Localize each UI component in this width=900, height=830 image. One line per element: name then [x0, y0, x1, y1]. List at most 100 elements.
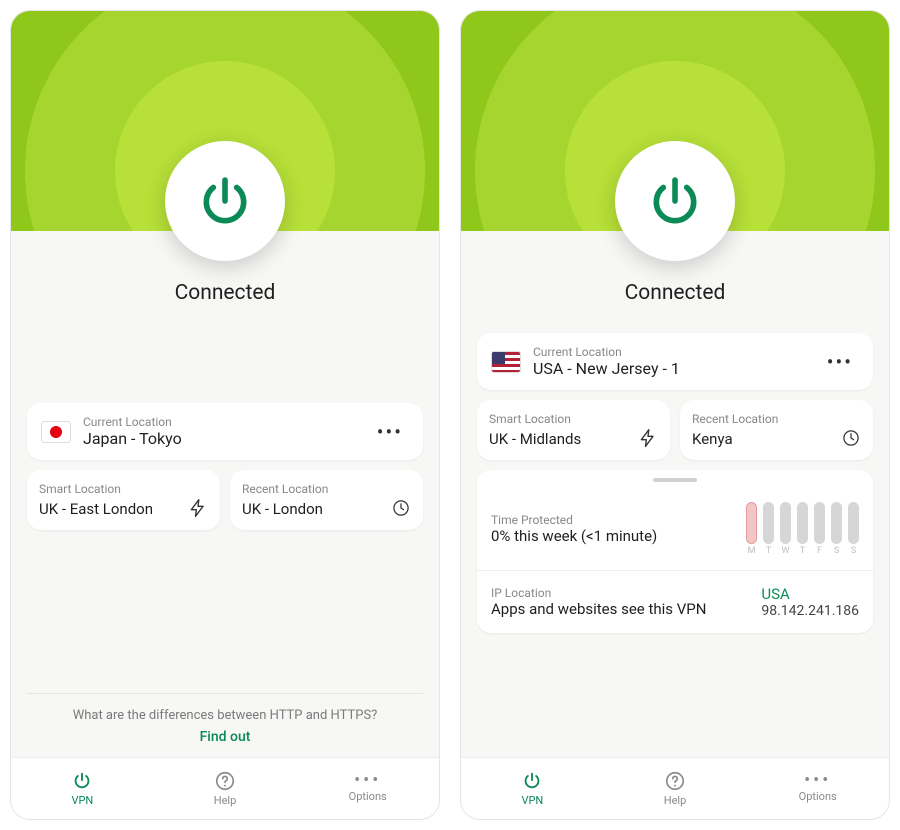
smart-location-value: UK - East London	[39, 500, 180, 518]
week-bar-fill	[797, 502, 808, 544]
week-bar: F	[814, 502, 825, 556]
recent-location-card[interactable]: Recent Location UK - London	[230, 470, 423, 530]
tab-vpn[interactable]: VPN	[11, 758, 154, 819]
ip-country: USA	[761, 585, 859, 603]
location-quick-row: Smart Location UK - East London Recent L…	[27, 470, 423, 530]
power-button-wrap	[615, 141, 735, 261]
help-icon	[214, 770, 236, 792]
recent-location-card[interactable]: Recent Location Kenya	[680, 400, 873, 460]
help-icon	[664, 770, 686, 792]
location-quick-row: Smart Location UK - Midlands Recent Loca…	[477, 400, 873, 460]
tab-options[interactable]: ••• Options	[296, 758, 439, 819]
week-bar: S	[848, 502, 859, 556]
current-location-card[interactable]: Current Location USA - New Jersey - 1 ••…	[477, 333, 873, 390]
smart-location-card[interactable]: Smart Location UK - Midlands	[477, 400, 670, 460]
time-protected-value: 0% this week (<1 minute)	[491, 527, 732, 545]
power-button[interactable]	[615, 141, 735, 261]
week-day-label: S	[851, 546, 856, 556]
power-icon	[647, 173, 703, 229]
tab-vpn-label: VPN	[521, 794, 543, 807]
week-bar: M	[746, 502, 757, 556]
phone-left: Connected Current Location Japan - Tokyo…	[10, 10, 440, 820]
tab-bar: VPN Help ••• Options	[461, 757, 889, 819]
tab-help[interactable]: Help	[154, 758, 297, 819]
lightning-icon	[638, 428, 658, 448]
tab-vpn[interactable]: VPN	[461, 758, 604, 819]
spacer	[27, 333, 423, 403]
week-day-label: W	[782, 546, 790, 556]
week-bar-fill	[780, 502, 791, 544]
power-icon	[71, 770, 93, 792]
recent-location-label: Recent Location	[242, 482, 383, 496]
smart-location-label: Smart Location	[39, 482, 180, 496]
smart-location-label: Smart Location	[489, 412, 630, 426]
tip-question: What are the differences between HTTP an…	[37, 708, 413, 723]
ip-location-row[interactable]: IP Location Apps and websites see this V…	[477, 570, 873, 633]
week-bar: S	[831, 502, 842, 556]
ellipsis-icon: •••	[354, 774, 381, 788]
clock-icon	[841, 428, 861, 448]
week-bar-fill	[814, 502, 825, 544]
time-protected-row[interactable]: Time Protected 0% this week (<1 minute) …	[477, 488, 873, 570]
week-day-label: F	[817, 546, 822, 556]
week-bar-fill	[763, 502, 774, 544]
spacer	[477, 633, 873, 757]
week-bar-fill	[746, 502, 757, 544]
tab-options-label: Options	[349, 790, 387, 803]
week-chart: MTWTFSS	[746, 502, 859, 556]
current-location-text: Current Location Japan - Tokyo	[83, 415, 359, 448]
tab-help-label: Help	[214, 794, 237, 807]
tab-help-label: Help	[664, 794, 687, 807]
current-location-text: Current Location USA - New Jersey - 1	[533, 345, 809, 378]
current-location-value: Japan - Tokyo	[83, 429, 359, 448]
power-button-wrap	[165, 141, 285, 261]
more-icon[interactable]: •••	[371, 416, 409, 448]
ip-location-label: IP Location	[491, 586, 747, 600]
body-area: Connected Current Location Japan - Tokyo…	[11, 231, 439, 757]
tip-link[interactable]: Find out	[37, 729, 413, 745]
week-day-label: S	[834, 546, 839, 556]
tab-bar: VPN Help ••• Options	[11, 757, 439, 819]
tab-options-label: Options	[799, 790, 837, 803]
more-icon[interactable]: •••	[821, 346, 859, 378]
week-bar: T	[763, 502, 774, 556]
current-location-label: Current Location	[83, 415, 359, 429]
connection-status: Connected	[27, 281, 423, 305]
spacer	[27, 530, 423, 693]
smart-location-card[interactable]: Smart Location UK - East London	[27, 470, 220, 530]
ip-address: 98.142.241.186	[761, 603, 859, 619]
tab-help[interactable]: Help	[604, 758, 747, 819]
current-location-value: USA - New Jersey - 1	[533, 359, 809, 378]
info-card: Time Protected 0% this week (<1 minute) …	[477, 470, 873, 633]
current-location-card[interactable]: Current Location Japan - Tokyo •••	[27, 403, 423, 460]
body-area: Connected Current Location USA - New Jer…	[461, 231, 889, 757]
recent-location-value: Kenya	[692, 430, 833, 448]
ip-location-desc: Apps and websites see this VPN	[491, 600, 747, 618]
power-icon	[521, 770, 543, 792]
tip-section: What are the differences between HTTP an…	[27, 693, 423, 757]
week-day-label: T	[766, 546, 771, 556]
recent-location-value: UK - London	[242, 500, 383, 518]
week-bar-fill	[848, 502, 859, 544]
week-day-label: T	[800, 546, 805, 556]
power-icon	[197, 173, 253, 229]
tab-vpn-label: VPN	[71, 794, 93, 807]
current-location-label: Current Location	[533, 345, 809, 359]
week-bar: T	[797, 502, 808, 556]
power-button[interactable]	[165, 141, 285, 261]
smart-location-value: UK - Midlands	[489, 430, 630, 448]
drag-handle-icon[interactable]	[653, 478, 697, 482]
flag-usa-icon	[491, 351, 521, 373]
recent-location-label: Recent Location	[692, 412, 833, 426]
connection-status: Connected	[477, 281, 873, 305]
tab-options[interactable]: ••• Options	[746, 758, 889, 819]
week-bar-fill	[831, 502, 842, 544]
ellipsis-icon: •••	[804, 774, 831, 788]
lightning-icon	[188, 498, 208, 518]
week-bar: W	[780, 502, 791, 556]
flag-japan-icon	[41, 421, 71, 443]
week-day-label: M	[748, 546, 756, 556]
phone-right: Connected Current Location USA - New Jer…	[460, 10, 890, 820]
clock-icon	[391, 498, 411, 518]
time-protected-label: Time Protected	[491, 513, 732, 527]
